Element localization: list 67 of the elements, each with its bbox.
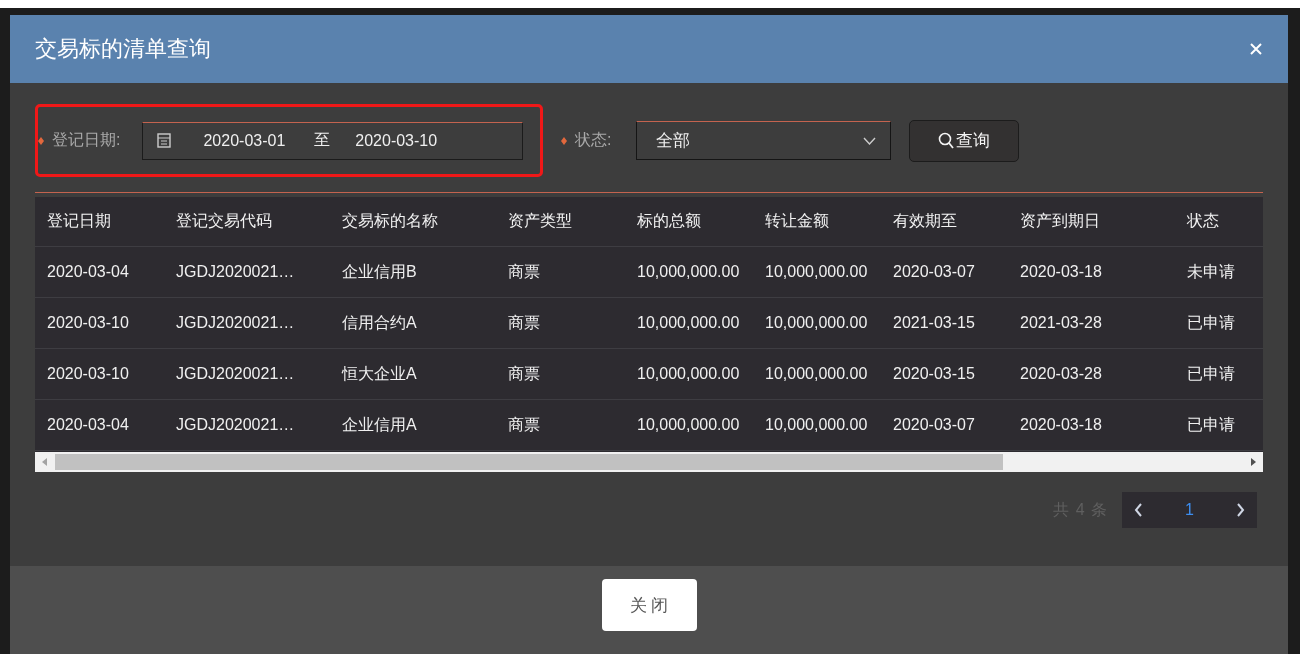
table-cell-text: 2020-03-07 xyxy=(892,263,976,281)
table-cell-text: JGDJ2020021… xyxy=(175,365,296,383)
chevron-down-icon xyxy=(863,136,877,145)
close-icon[interactable] xyxy=(1250,43,1262,55)
end-date: 2020-03-10 xyxy=(355,131,438,150)
next-page-icon[interactable] xyxy=(1236,503,1245,517)
date-range-field[interactable]: 2020-03-01 至 2020-03-10 xyxy=(142,121,524,160)
field-label: 状态: xyxy=(575,130,612,150)
table-cell-text: JGDJ2020021… xyxy=(175,314,296,332)
table-cell-text: 2020-03-15 xyxy=(892,365,976,383)
table-cell-text: 2020-03-04 xyxy=(46,416,130,434)
table-cell-text: 已申请 xyxy=(1186,414,1236,435)
table-cell-text: 2020-03-18 xyxy=(1019,416,1103,434)
column-header: 资产类型 xyxy=(507,211,573,231)
table-cell-text: 2020-03-18 xyxy=(1019,263,1103,281)
scrollbar-thumb[interactable] xyxy=(55,454,1003,470)
table-cell-text: 商票 xyxy=(507,312,541,333)
table-cell-text: 商票 xyxy=(507,363,541,384)
required-marker-icon xyxy=(38,136,44,145)
column-header: 标的总额 xyxy=(636,211,702,231)
table-cell-text: JGDJ2020021… xyxy=(175,263,296,281)
column-header: 登记日期 xyxy=(46,211,112,231)
table-cell-text: 商票 xyxy=(507,414,541,435)
column-header: 资产到期日 xyxy=(1019,211,1101,231)
field-label: 登记日期: xyxy=(52,130,121,150)
table-cell-text: 企业信用B xyxy=(341,261,418,282)
table-cell-text: 商票 xyxy=(507,261,541,282)
required-marker-icon xyxy=(561,136,567,145)
status-dropdown[interactable]: 全部 xyxy=(636,121,892,160)
table-cell-text: 2020-03-07 xyxy=(892,416,976,434)
table-cell-text: 10,000,000.00 xyxy=(636,416,741,434)
scroll-right-icon[interactable] xyxy=(1250,458,1256,466)
table-cell-text: JGDJ2020021… xyxy=(175,416,296,434)
column-header: 交易标的名称 xyxy=(341,211,439,231)
page-number[interactable]: 1 xyxy=(1179,501,1200,519)
start-date: 2020-03-01 xyxy=(203,131,286,150)
table-cell-text: 10,000,000.00 xyxy=(636,365,741,383)
table-cell-text: 10,000,000.00 xyxy=(764,365,869,383)
search-button[interactable]: 查询 xyxy=(909,119,1020,162)
table-cell-text: 2020-03-10 xyxy=(46,365,130,383)
table-cell-text: 恒大企业A xyxy=(340,363,418,384)
table-cell-text: 2021-03-28 xyxy=(1019,314,1103,332)
table-cell-text: 10,000,000.00 xyxy=(636,263,741,281)
horizontal-scrollbar[interactable] xyxy=(35,452,1263,472)
calendar-icon[interactable] xyxy=(157,133,172,148)
search-icon xyxy=(938,132,955,149)
prev-page-icon[interactable] xyxy=(1134,503,1143,517)
table-cell-text: 已申请 xyxy=(1186,363,1236,384)
table-cell-text: 企业信用A xyxy=(341,414,418,435)
date-separator: 至 xyxy=(314,130,331,150)
table-cell-text: 10,000,000.00 xyxy=(764,416,869,434)
column-header: 转让金额 xyxy=(764,211,830,231)
table-cell-text: 10,000,000.00 xyxy=(764,314,869,332)
column-header: 登记交易代码 xyxy=(175,211,273,231)
dialog-title: 交易标的清单查询 xyxy=(35,35,211,63)
column-header: 有效期至 xyxy=(892,211,958,231)
table-cell-text: 2020-03-10 xyxy=(46,314,130,332)
close-button[interactable]: 关闭 xyxy=(601,579,697,631)
table-cell-text: 2020-03-04 xyxy=(46,263,130,281)
table-cell-text: 已申请 xyxy=(1186,312,1236,333)
table-cell-text: 未申请 xyxy=(1186,261,1236,282)
table-cell-text: 10,000,000.00 xyxy=(764,263,869,281)
column-header: 状态 xyxy=(1186,211,1220,231)
table-cell-text: 2020-03-28 xyxy=(1019,365,1103,383)
table-cell-text: 信用合约A xyxy=(341,312,418,333)
table-cell-text: 10,000,000.00 xyxy=(636,314,741,332)
table-cell-text: 2021-03-15 xyxy=(892,314,976,332)
